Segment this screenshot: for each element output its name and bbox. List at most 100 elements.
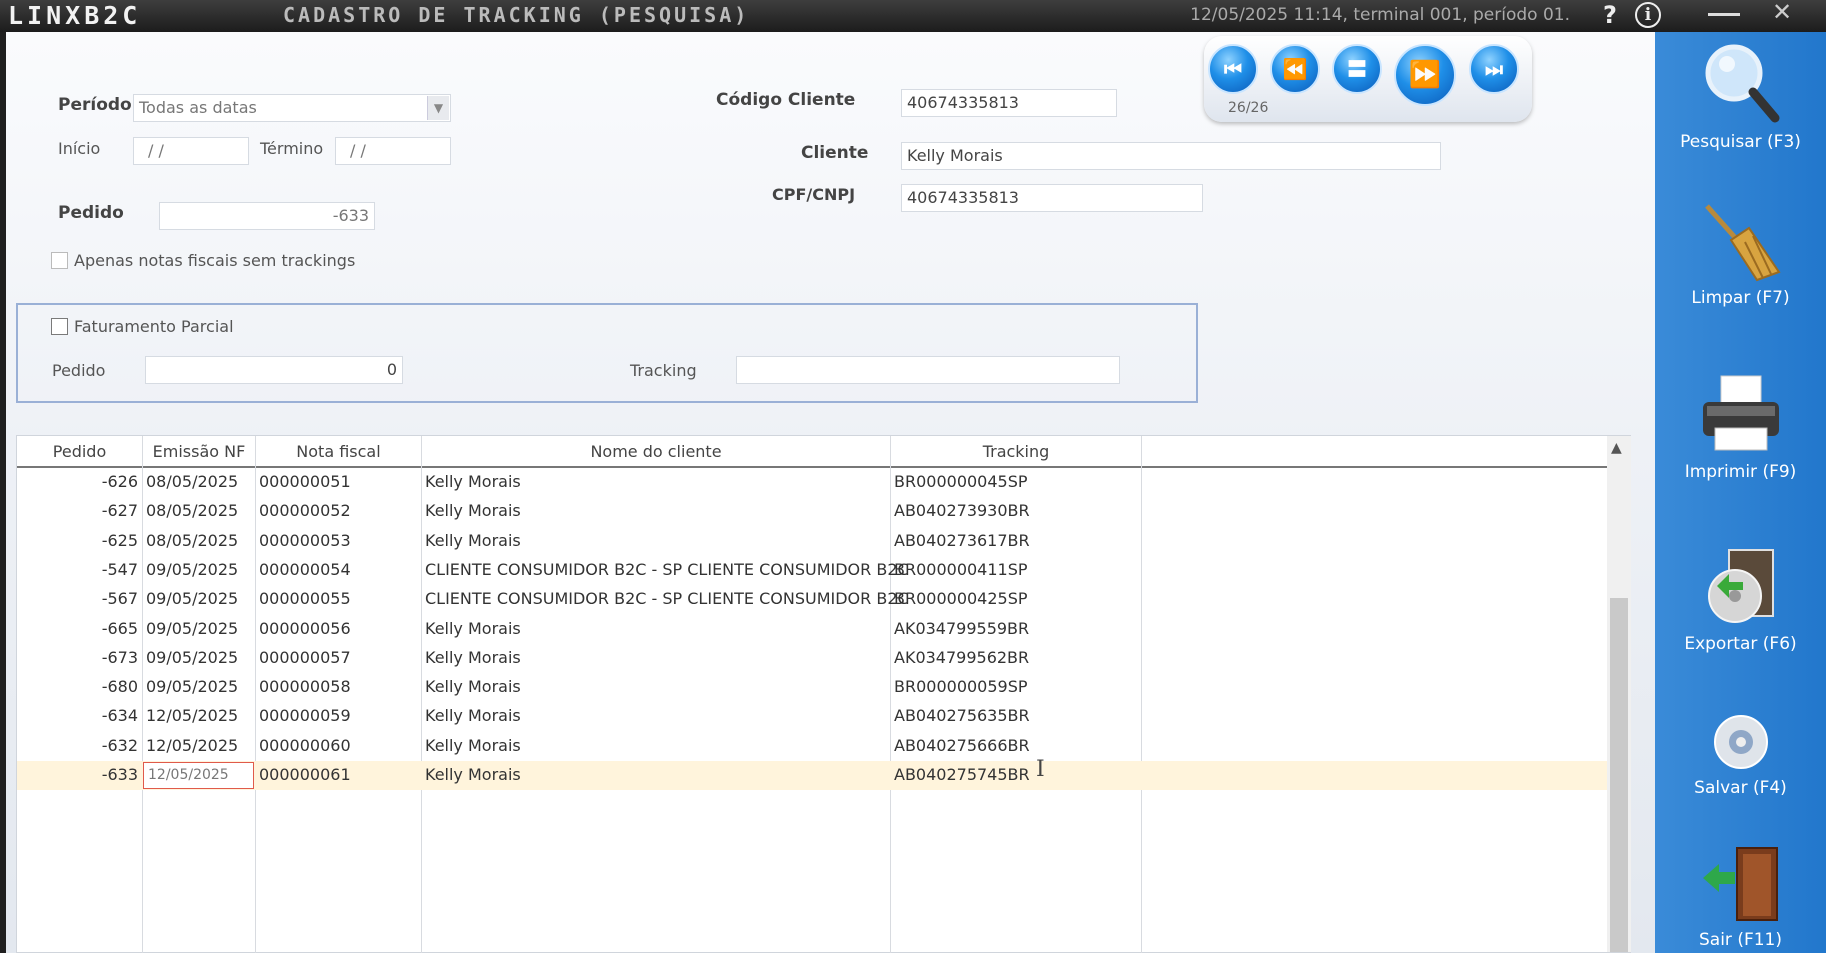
column-header-nota-fiscal[interactable]: Nota fiscal: [256, 442, 421, 461]
row-emissao-nf: 09/05/2025: [146, 618, 239, 638]
row-nome-cliente: Kelly Morais: [425, 765, 521, 784]
record-navigator: ⏮ ⏪ 〓 ⏩ ⏭ 26/26: [1204, 36, 1532, 122]
salvar-button[interactable]: Salvar (F4): [1655, 712, 1826, 798]
scrollbar-thumb[interactable]: [1610, 598, 1628, 952]
sair-button[interactable]: Sair (F11): [1655, 844, 1826, 950]
exit-door-icon: [1702, 847, 1778, 921]
close-icon[interactable]: ✕: [1772, 0, 1792, 26]
row-nota-fiscal: 000000052: [259, 501, 351, 521]
tracking-field[interactable]: [736, 356, 1120, 384]
row-tracking: AB040275745BR: [894, 765, 1030, 784]
table-row[interactable]: -632 12/05/2025 000000060 Kelly Morais AB040…: [17, 732, 1607, 761]
cliente-field[interactable]: Kelly Morais: [901, 142, 1441, 170]
info-icon[interactable]: i: [1635, 2, 1661, 28]
row-nota-fiscal: 000000059: [259, 706, 351, 726]
row-nota-fiscal: 000000051: [259, 472, 351, 491]
row-emissao-nf: 12/05/2025: [146, 735, 239, 755]
row-nota-fiscal: 000000061: [259, 765, 351, 784]
imprimir-button[interactable]: Imprimir (F9): [1655, 372, 1826, 482]
apenas-notas-label: Apenas notas fiscais sem trackings: [74, 251, 356, 270]
exportar-label: Exportar (F6): [1684, 634, 1797, 654]
periodo-select[interactable]: Todas as datas ▼: [133, 94, 451, 122]
row-pedido: -547: [101, 559, 138, 579]
row-nota-fiscal: 000000053: [259, 530, 351, 550]
record-count: 26/26: [1228, 100, 1269, 116]
termino-date-field[interactable]: / /: [335, 137, 451, 165]
row-nome-cliente: Kelly Morais: [425, 677, 521, 697]
faturamento-parcial-checkbox[interactable]: [51, 318, 68, 335]
text-cursor-icon: I: [1036, 757, 1045, 782]
exportar-button[interactable]: Exportar (F6): [1655, 544, 1826, 654]
skip-first-icon: ⏮: [1224, 57, 1242, 81]
current-record-button[interactable]: 〓: [1332, 44, 1382, 94]
cpf-cnpj-label: CPF/CNPJ: [772, 185, 856, 204]
column-header-tracking[interactable]: Tracking: [891, 442, 1141, 461]
table-row[interactable]: -680 09/05/2025 000000058 Kelly Morais BR000…: [17, 673, 1607, 702]
partial-pedido-field[interactable]: 0: [145, 356, 403, 384]
row-emissao-nf: 08/05/2025: [146, 530, 239, 550]
chevron-down-icon[interactable]: ▼: [427, 96, 449, 120]
row-pedido: -626: [101, 472, 138, 491]
periodo-label: Período: [58, 95, 132, 115]
inicio-date-field[interactable]: / /: [133, 137, 249, 165]
limpar-button[interactable]: Limpar (F7): [1655, 202, 1826, 308]
row-nota-fiscal: 000000056: [259, 618, 351, 638]
scroll-up-icon[interactable]: ▲: [1611, 440, 1622, 456]
vertical-scrollbar[interactable]: ▲: [1607, 436, 1631, 952]
magnifier-icon: [1705, 44, 1779, 123]
title-bar: LINXB2C CADASTRO DE TRACKING (PESQUISA) …: [0, 0, 1826, 32]
row-nota-fiscal: 000000057: [259, 647, 351, 667]
row-tracking: BR000000059SP: [894, 677, 1028, 697]
cliente-label: Cliente: [801, 143, 869, 163]
broom-icon: [1704, 204, 1781, 282]
first-record-button[interactable]: ⏮: [1208, 44, 1258, 94]
minimize-icon[interactable]: [1708, 2, 1740, 16]
column-header-emissao[interactable]: Emissão NF: [143, 442, 255, 461]
emissao-nf-edit-field[interactable]: 12/05/2025: [143, 762, 254, 789]
row-nome-cliente: CLIENTE CONSUMIDOR B2C - SP CLIENTE CONS…: [425, 589, 909, 609]
row-emissao-nf: 09/05/2025: [146, 647, 239, 667]
rewind-icon: ⏪: [1282, 57, 1308, 81]
pesquisar-button[interactable]: Pesquisar (F3): [1655, 40, 1826, 152]
row-emissao-nf: 08/05/2025: [146, 501, 239, 521]
last-record-button[interactable]: ⏭: [1469, 44, 1519, 94]
salvar-label: Salvar (F4): [1694, 778, 1787, 798]
table-row[interactable]: -665 09/05/2025 000000056 Kelly Morais AK034…: [17, 615, 1607, 644]
previous-record-button[interactable]: ⏪: [1270, 44, 1320, 94]
export-disk-icon: [1707, 549, 1774, 623]
window-title: CADASTRO DE TRACKING (PESQUISA): [283, 3, 750, 27]
next-record-button[interactable]: ⏩: [1394, 44, 1456, 106]
column-header-pedido[interactable]: Pedido: [17, 442, 142, 461]
table-row[interactable]: -626 08/05/2025 000000051 Kelly Morais BR000…: [17, 468, 1607, 497]
pedido-field[interactable]: -633: [159, 202, 375, 230]
row-tracking: AB040273617BR: [894, 530, 1030, 550]
pesquisar-label: Pesquisar (F3): [1680, 132, 1801, 152]
row-emissao-nf: 08/05/2025: [146, 472, 239, 491]
column-header-nome-cliente[interactable]: Nome do cliente: [422, 442, 890, 461]
cpf-cnpj-field[interactable]: 40674335813: [901, 184, 1203, 212]
apenas-notas-checkbox[interactable]: [51, 252, 68, 269]
codigo-cliente-field[interactable]: 40674335813: [901, 89, 1117, 117]
skip-last-icon: ⏭: [1485, 57, 1503, 81]
row-emissao-nf: 12/05/2025: [146, 706, 239, 726]
table-row[interactable]: -625 08/05/2025 000000053 Kelly Morais AB040…: [17, 527, 1607, 556]
table-row[interactable]: -627 08/05/2025 000000052 Kelly Morais AB040…: [17, 497, 1607, 526]
table-row[interactable]: -567 09/05/2025 000000055 CLIENTE CONSUMIDO…: [17, 585, 1607, 614]
app-logo: LINXB2C: [8, 1, 142, 30]
table-row-selected[interactable]: -633 12/05/2025 000000061 Kelly Morais AB040…: [17, 761, 1607, 790]
table-row[interactable]: -673 09/05/2025 000000057 Kelly Morais AK034…: [17, 644, 1607, 673]
table-row[interactable]: -634 12/05/2025 000000059 Kelly Morais AB040…: [17, 702, 1607, 731]
row-nome-cliente: Kelly Morais: [425, 501, 521, 521]
session-status: 12/05/2025 11:14, terminal 001, período …: [1190, 5, 1570, 25]
row-tracking: AB040275635BR: [894, 706, 1030, 726]
row-nome-cliente: Kelly Morais: [425, 647, 521, 667]
row-nota-fiscal: 000000054: [259, 559, 351, 579]
row-nome-cliente: Kelly Morais: [425, 706, 521, 726]
row-pedido: -627: [101, 501, 138, 521]
partial-pedido-label: Pedido: [52, 361, 106, 380]
imprimir-label: Imprimir (F9): [1684, 462, 1797, 482]
row-tracking: AB040273930BR: [894, 501, 1030, 521]
table-row[interactable]: -547 09/05/2025 000000054 CLIENTE CONSUMIDO…: [17, 556, 1607, 585]
help-icon[interactable]: ?: [1603, 1, 1617, 29]
tracking-label: Tracking: [630, 361, 697, 380]
